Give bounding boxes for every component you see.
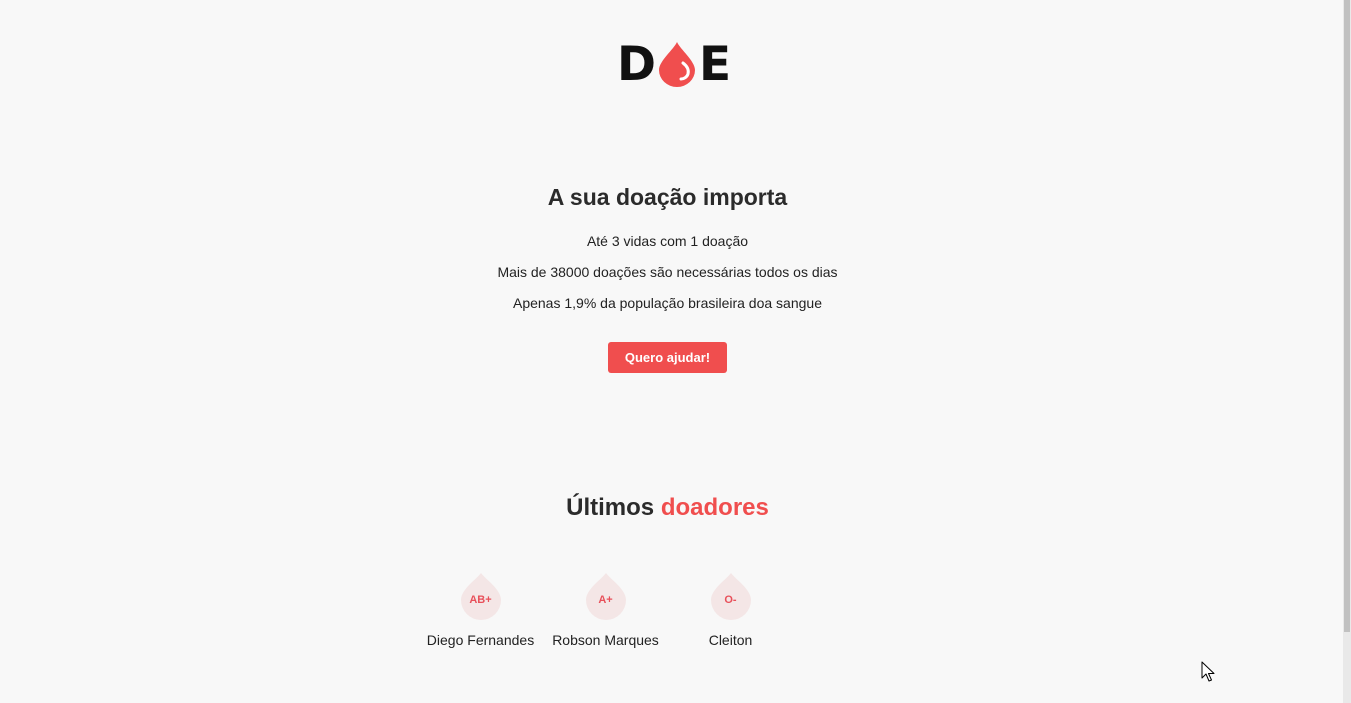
blood-type-label: A+	[598, 594, 613, 606]
blood-type-badge: O-	[710, 572, 752, 622]
fact-daily-donations: Mais de 38000 doações são necessárias to…	[497, 264, 838, 280]
hero-title: A sua doação importa	[547, 184, 788, 210]
blood-type-label: AB+	[469, 594, 492, 606]
logo-letter-e: E	[699, 36, 731, 92]
logo: D E	[617, 36, 731, 92]
blood-drop-icon	[659, 42, 696, 87]
donors-title: Últimos doadores	[0, 494, 1335, 522]
help-button[interactable]: Quero ajudar!	[608, 342, 727, 373]
vertical-scrollbar[interactable]	[1343, 0, 1351, 703]
donors-title-accent: doadores	[660, 494, 769, 521]
fact-population: Apenas 1,9% da população brasileira doa …	[512, 295, 822, 311]
page: D E A sua doação importa Até 3 vidas com…	[0, 0, 1343, 703]
donor-name: Robson Marques	[552, 632, 659, 648]
blood-type-label: O-	[724, 594, 737, 606]
fact-lives: Até 3 vidas com 1 doação	[586, 233, 749, 249]
scrollbar-thumb[interactable]	[1344, 0, 1350, 632]
donor-name: Diego Fernandes	[426, 632, 535, 648]
mouse-cursor-icon	[1201, 661, 1215, 682]
blood-type-badge: AB+	[460, 572, 502, 622]
donor-card: A+ Robson Marques	[543, 572, 668, 648]
donor-card: O- Cleiton	[668, 572, 793, 648]
donors-title-plain: Últimos	[566, 494, 655, 521]
logo-letter-d: D	[617, 36, 656, 92]
donor-name: Cleiton	[708, 632, 753, 648]
donor-card: AB+ Diego Fernandes	[418, 572, 543, 648]
blood-type-badge: A+	[585, 572, 627, 622]
